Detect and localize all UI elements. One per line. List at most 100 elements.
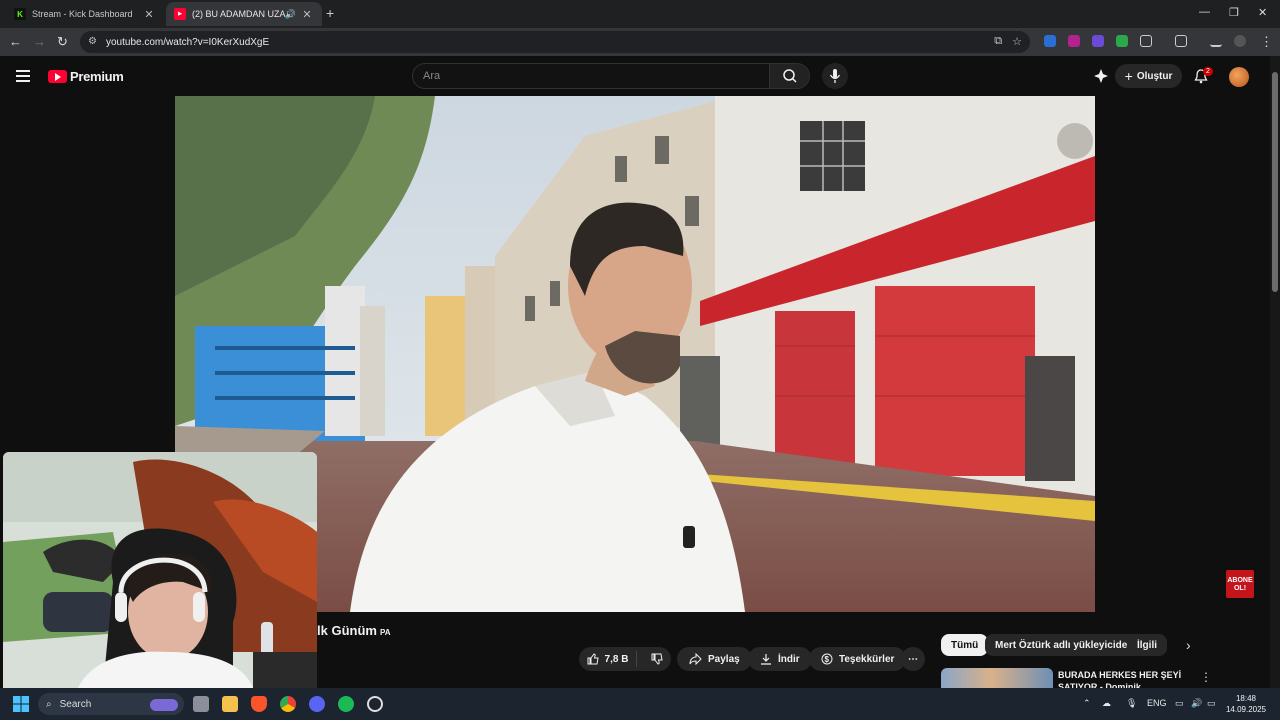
media-control-icon[interactable]	[1210, 35, 1222, 47]
restore-icon[interactable]: ❐	[1229, 6, 1239, 19]
share-button[interactable]: Paylaş	[677, 647, 752, 671]
voice-search-button[interactable]	[822, 63, 848, 89]
more-actions-button[interactable]: ⋯	[901, 647, 925, 671]
dislike-button[interactable]	[643, 653, 671, 665]
tab-youtube-video[interactable]: ▶ (2) BU ADAMDAN UZAK DUR 🔊 ✕	[166, 2, 322, 26]
speaker-icon[interactable]: 🔊	[285, 9, 296, 20]
thanks-button[interactable]: $ Teşekkürler	[809, 647, 907, 671]
video-title-badge: PA	[379, 628, 391, 637]
tab-title: (2) BU ADAMDAN UZAK DUR	[192, 9, 285, 19]
download-label: İndir	[778, 653, 800, 665]
close-icon[interactable]: ✕	[142, 8, 156, 21]
youtube-header: Premium + Oluştur	[0, 56, 1270, 96]
more-horizontal-icon: ⋯	[908, 653, 918, 665]
minimize-icon[interactable]: —	[1199, 6, 1210, 18]
search-icon	[783, 69, 797, 83]
browser-menu-icon[interactable]: ⋮	[1260, 34, 1273, 50]
network-icon[interactable]: ▭	[1175, 698, 1184, 709]
svg-text:$: $	[825, 655, 830, 664]
hamburger-menu-icon[interactable]	[16, 70, 30, 85]
extensions-puzzle-icon[interactable]	[1140, 35, 1152, 47]
create-button[interactable]: + Oluştur	[1115, 64, 1182, 88]
volume-icon[interactable]: 🔊	[1191, 698, 1202, 709]
microphone-tray-icon[interactable]: 🎙	[1126, 698, 1137, 709]
windows-taskbar: ⌕ Search ⌃ ☁ 🎙 ENG ▭ 🔊 ▭ 18:48 14.09.202…	[0, 688, 1280, 720]
obs-icon[interactable]	[367, 696, 383, 712]
taskbar-clock[interactable]: 18:48 14.09.2025	[1222, 693, 1270, 715]
extension-icon[interactable]	[1068, 35, 1080, 47]
subscribe-overlay-line1: ABONE	[1227, 577, 1253, 584]
super-thanks-icon: $	[821, 653, 833, 665]
install-app-icon[interactable]: ⧉	[994, 35, 1002, 48]
subscribe-overlay-badge[interactable]: ABONE OL!	[1226, 570, 1254, 598]
site-settings-icon[interactable]: ⚙	[88, 36, 100, 48]
bookmark-star-icon[interactable]: ☆	[1012, 35, 1022, 48]
chrome-icon[interactable]	[280, 696, 296, 712]
create-label: Oluştur	[1136, 70, 1173, 82]
kick-icon: K	[14, 8, 26, 20]
thumbs-up-icon	[587, 653, 599, 665]
extension-icon[interactable]	[1092, 35, 1104, 47]
chevron-right-icon[interactable]: ›	[1186, 637, 1191, 653]
youtube-play-icon	[48, 70, 67, 83]
brave-browser-icon[interactable]	[251, 696, 267, 712]
thumbs-down-icon	[651, 653, 663, 665]
chip-label: İlgili	[1137, 639, 1157, 651]
page-scrollbar[interactable]	[1270, 56, 1280, 688]
spotify-icon[interactable]	[338, 696, 354, 712]
microphone-icon	[829, 69, 841, 83]
logo-text: Premium	[70, 69, 124, 84]
url-text: youtube.com/watch?v=I0KerXudXgE	[106, 36, 270, 48]
side-panel-icon[interactable]	[1175, 35, 1187, 47]
search-button[interactable]	[769, 64, 809, 88]
chip-from-uploader[interactable]: Mert Öztürk adlı yükleyiciden	[985, 634, 1144, 656]
like-count: 7,8 B	[604, 653, 629, 665]
plus-icon: +	[1124, 68, 1133, 84]
close-icon[interactable]: ✕	[300, 8, 314, 21]
youtube-premium-logo[interactable]: Premium	[48, 69, 124, 84]
file-explorer-icon[interactable]	[222, 696, 238, 712]
chip-related[interactable]: İlgili	[1127, 634, 1167, 656]
webcam-frame	[3, 452, 317, 688]
forward-icon[interactable]: →	[33, 34, 46, 49]
download-button[interactable]: İndir	[748, 647, 812, 671]
scrollbar-thumb[interactable]	[1272, 72, 1278, 292]
windows-start-icon[interactable]	[13, 696, 29, 712]
address-bar[interactable]: ⚙ youtube.com/watch?v=I0KerXudXgE ⧉ ☆	[80, 31, 1030, 53]
download-icon	[761, 654, 771, 665]
browser-tab-strip: K Stream - Kick Dashboard ✕ ▶ (2) BU ADA…	[0, 0, 1280, 28]
chip-label: Mert Öztürk adlı yükleyiciden	[995, 639, 1134, 651]
youtube-icon: ▶	[174, 8, 186, 20]
tray-app-icon[interactable]: ☁	[1102, 698, 1111, 709]
search-highlight-icon[interactable]	[150, 699, 178, 711]
chip-all[interactable]: Tümü	[941, 634, 989, 656]
ai-sparkle-icon[interactable]	[1093, 68, 1109, 84]
extension-icon[interactable]	[1044, 35, 1056, 47]
share-arrow-icon	[689, 653, 702, 665]
profile-icon[interactable]	[1234, 35, 1246, 47]
like-button[interactable]: 7,8 B	[579, 651, 637, 667]
extension-icon[interactable]	[1116, 35, 1128, 47]
chip-label: Tümü	[951, 639, 979, 651]
account-avatar[interactable]	[1229, 67, 1249, 87]
window-close-icon[interactable]: ✕	[1258, 6, 1267, 19]
thanks-label: Teşekkürler	[839, 653, 895, 665]
like-dislike-group: 7,8 B	[579, 647, 671, 671]
language-indicator[interactable]: ENG	[1147, 698, 1167, 708]
tab-kick-dashboard[interactable]: K Stream - Kick Dashboard ✕	[6, 2, 164, 26]
recommendation-thumbnail[interactable]	[941, 668, 1053, 688]
tray-overflow-icon[interactable]: ⌃	[1083, 698, 1091, 709]
back-icon[interactable]: ←	[9, 34, 22, 49]
browser-toolbar: ← → ↻ ⚙ youtube.com/watch?v=I0KerXudXgE …	[0, 28, 1280, 56]
battery-icon[interactable]: ▭	[1207, 698, 1216, 709]
share-label: Paylaş	[708, 653, 740, 665]
clock-time: 18:48	[1235, 694, 1257, 703]
new-tab-icon[interactable]: +	[326, 5, 334, 21]
discord-icon[interactable]	[309, 696, 325, 712]
reload-icon[interactable]: ↻	[57, 34, 68, 50]
more-vertical-icon[interactable]: ⋮	[1200, 670, 1212, 684]
search-input[interactable]	[423, 68, 763, 84]
video-title: lk Günüm PA	[317, 623, 390, 638]
task-view-icon[interactable]	[193, 696, 209, 712]
recommendation-title[interactable]: BURADA HERKES HER ŞEYİ SATIYOR - Dominik…	[1058, 669, 1188, 688]
